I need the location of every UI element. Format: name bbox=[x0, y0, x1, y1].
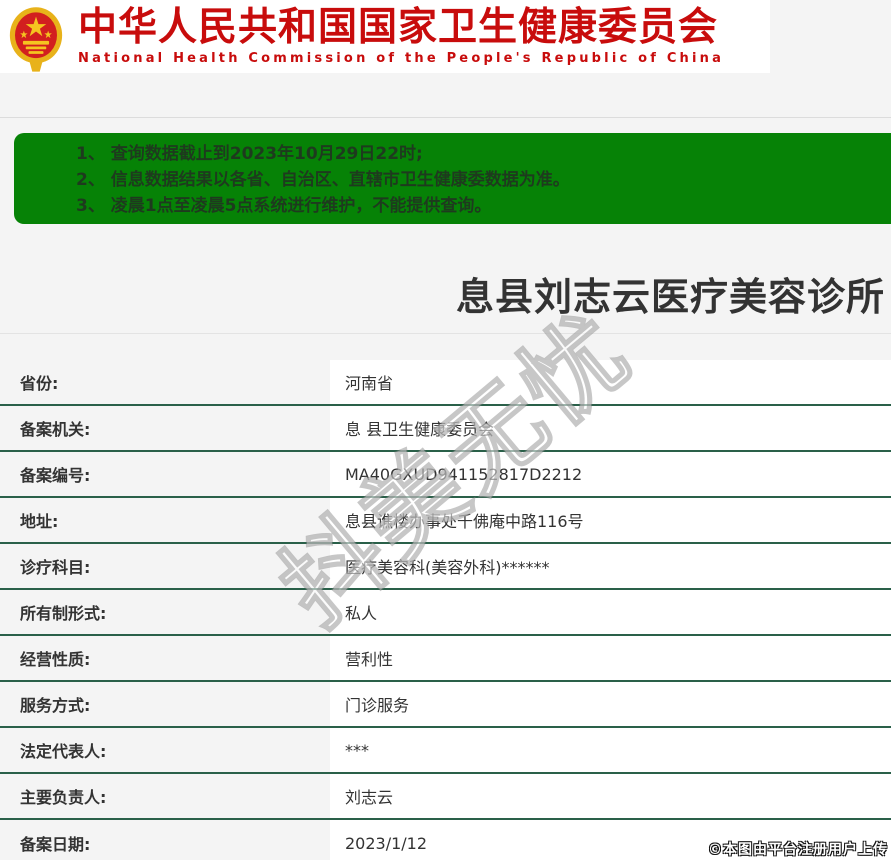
table-row: 备案机关:息 县卫生健康委员会 bbox=[0, 406, 891, 452]
table-row: 服务方式:门诊服务 bbox=[0, 682, 891, 728]
header-titles: 中华人民共和国国家卫生健康委员会 National Health Commiss… bbox=[78, 7, 724, 66]
field-label: 备案日期: bbox=[0, 820, 330, 860]
notice-box: 1、 查询数据截止到2023年10月29日22时;2、 信息数据结果以各省、自治… bbox=[14, 133, 891, 224]
field-label: 所有制形式: bbox=[0, 590, 330, 634]
table-row: 地址:息县谯楼办事处千佛庵中路116号 bbox=[0, 498, 891, 544]
record-title: 息县刘志云医疗美容诊所 bbox=[0, 266, 885, 321]
field-value: 门诊服务 bbox=[330, 682, 891, 726]
field-value: 营利性 bbox=[330, 636, 891, 680]
table-row: 经营性质:营利性 bbox=[0, 636, 891, 682]
record-table: 省份:河南省备案机关:息 县卫生健康委员会备案编号:MA40GXUD941152… bbox=[0, 360, 891, 860]
field-value: 医疗美容科(美容外科)****** bbox=[330, 544, 891, 588]
table-row: 主要负责人:刘志云 bbox=[0, 774, 891, 820]
site-title-english: National Health Commission of the People… bbox=[78, 51, 724, 66]
field-value: 河南省 bbox=[330, 360, 891, 404]
uploader-stamp: ©本图由平台注册用户上传 bbox=[708, 839, 888, 859]
page: 中华人民共和国国家卫生健康委员会 National Health Commiss… bbox=[0, 0, 891, 860]
field-value: 息县谯楼办事处千佛庵中路116号 bbox=[330, 498, 891, 542]
field-label: 主要负责人: bbox=[0, 774, 330, 818]
notice-line: 2、 信息数据结果以各省、自治区、直辖市卫生健康委数据为准。 bbox=[76, 167, 881, 193]
table-row: 法定代表人:*** bbox=[0, 728, 891, 774]
field-label: 服务方式: bbox=[0, 682, 330, 726]
site-title-chinese: 中华人民共和国国家卫生健康委员会 bbox=[78, 7, 724, 49]
field-value: *** bbox=[330, 728, 891, 772]
field-value: 息 县卫生健康委员会 bbox=[330, 406, 891, 450]
table-row: 所有制形式:私人 bbox=[0, 590, 891, 636]
site-header: 中华人民共和国国家卫生健康委员会 National Health Commiss… bbox=[0, 0, 770, 73]
field-value: MA40GXUD941152817D2212 bbox=[330, 452, 891, 496]
field-label: 经营性质: bbox=[0, 636, 330, 680]
field-value: 私人 bbox=[330, 590, 891, 634]
field-label: 备案机关: bbox=[0, 406, 330, 450]
title-divider bbox=[0, 333, 891, 334]
field-label: 省份: bbox=[0, 360, 330, 404]
table-row: 诊疗科目:医疗美容科(美容外科)****** bbox=[0, 544, 891, 590]
field-value: 刘志云 bbox=[330, 774, 891, 818]
china-national-emblem-icon bbox=[8, 6, 64, 72]
notice-line: 1、 查询数据截止到2023年10月29日22时; bbox=[76, 141, 881, 167]
table-row: 省份:河南省 bbox=[0, 360, 891, 406]
field-label: 法定代表人: bbox=[0, 728, 330, 772]
notice-line: 3、 凌晨1点至凌晨5点系统进行维护，不能提供查询。 bbox=[76, 193, 881, 219]
field-label: 地址: bbox=[0, 498, 330, 542]
field-label: 备案编号: bbox=[0, 452, 330, 496]
header-divider bbox=[0, 117, 891, 118]
table-row: 备案编号:MA40GXUD941152817D2212 bbox=[0, 452, 891, 498]
field-label: 诊疗科目: bbox=[0, 544, 330, 588]
